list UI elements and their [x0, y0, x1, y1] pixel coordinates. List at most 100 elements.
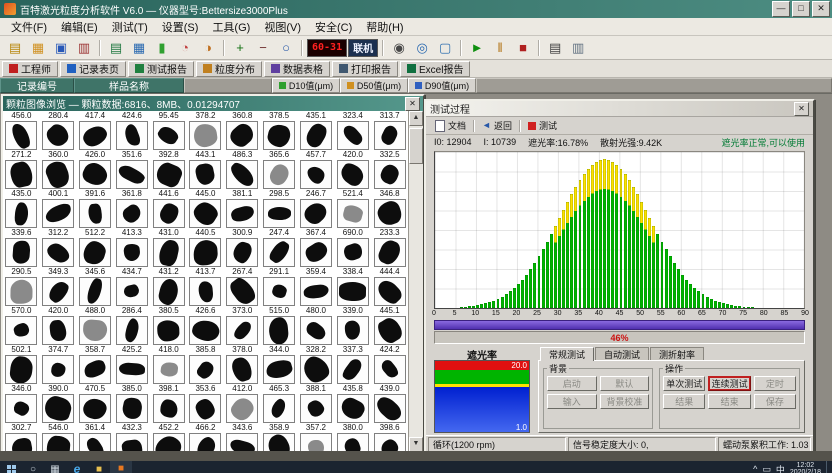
particle-cell[interactable]: 357.2	[298, 423, 335, 451]
particle-cell[interactable]: 378.5	[261, 111, 298, 150]
particle-cell[interactable]: 380.5	[150, 306, 187, 345]
particle-cell[interactable]: 400.1	[40, 189, 77, 228]
particle-cell[interactable]: 486.3	[224, 150, 261, 189]
task-view-icon[interactable]: ▦	[44, 461, 66, 473]
maximize-button[interactable]: □	[792, 1, 810, 17]
particle-cell[interactable]: 488.0	[77, 306, 114, 345]
menu-item-7[interactable]: 帮助(H)	[359, 19, 410, 35]
particle-cell[interactable]: 434.7	[113, 267, 150, 306]
search-icon[interactable]: ○	[22, 461, 44, 473]
particle-cell[interactable]: 456.0	[3, 111, 40, 150]
particle-cell[interactable]: 390.0	[40, 384, 77, 423]
particle-cell[interactable]: 420.0	[40, 306, 77, 345]
close-button[interactable]: ✕	[812, 1, 830, 17]
video-icon[interactable]: ◎	[411, 37, 433, 59]
particle-cell[interactable]: 425.2	[113, 345, 150, 384]
testbar-back-button[interactable]: ◄返回	[477, 118, 517, 133]
menu-item-4[interactable]: 工具(G)	[205, 19, 257, 35]
particle-cell[interactable]: 233.3	[371, 228, 408, 267]
particle-cell[interactable]: 424.2	[371, 345, 408, 384]
particle-cell[interactable]: 398.1	[150, 384, 187, 423]
menu-item-1[interactable]: 编辑(E)	[54, 19, 105, 35]
particle-cell[interactable]: 312.2	[40, 228, 77, 267]
particle-cell[interactable]: 690.0	[334, 228, 371, 267]
test-tab-2[interactable]: 测折射率	[650, 347, 704, 361]
particle-cell[interactable]: 358.7	[77, 345, 114, 384]
particle-cell[interactable]: 286.4	[113, 306, 150, 345]
particle-cell[interactable]: 381.1	[224, 189, 261, 228]
particle-cell[interactable]: 424.6	[113, 111, 150, 150]
minimize-button[interactable]: —	[772, 1, 790, 17]
print-icon[interactable]: ▤	[544, 37, 566, 59]
menu-item-6[interactable]: 安全(C)	[308, 19, 359, 35]
particle-cell[interactable]: 435.1	[298, 111, 335, 150]
particle-cell[interactable]: 328.2	[298, 345, 335, 384]
particle-cell[interactable]: 246.7	[298, 189, 335, 228]
particle-cell[interactable]: 302.7	[3, 423, 40, 451]
particle-cell[interactable]: 346.8	[371, 189, 408, 228]
particle-cell[interactable]: 339.6	[3, 228, 40, 267]
menu-item-2[interactable]: 测试(T)	[105, 19, 155, 35]
particle-cell[interactable]: 480.0	[298, 306, 335, 345]
particle-cell[interactable]: 420.0	[334, 150, 371, 189]
particle-cell[interactable]: 359.4	[298, 267, 335, 306]
tray-expand-icon[interactable]: ^	[753, 464, 757, 473]
particle-cell[interactable]: 339.0	[334, 306, 371, 345]
open-record-icon[interactable]: ▦	[27, 37, 49, 59]
start-button[interactable]	[0, 461, 22, 473]
particle-cell[interactable]: 344.0	[261, 345, 298, 384]
zoom-out-icon[interactable]: −	[252, 37, 274, 59]
zoom-in-icon[interactable]: +	[229, 37, 251, 59]
particle-cell[interactable]: 353.6	[187, 384, 224, 423]
d50-header[interactable]: D50值(μm)	[340, 78, 408, 93]
particle-cell[interactable]: 373.0	[224, 306, 261, 345]
particle-scrollbar[interactable]: ▲ ▼	[408, 111, 423, 451]
curve-graph-icon[interactable]: ◔	[174, 37, 196, 59]
particle-cell[interactable]: 358.9	[261, 423, 298, 451]
particle-cell[interactable]: 431.2	[150, 267, 187, 306]
menu-item-5[interactable]: 视图(V)	[257, 19, 308, 35]
particle-cell[interactable]: 413.3	[113, 228, 150, 267]
particle-cell[interactable]: 361.8	[113, 189, 150, 228]
online-mode-display[interactable]: 联机	[348, 39, 378, 57]
particle-cell[interactable]: 380.0	[334, 423, 371, 451]
particle-cell[interactable]: 345.6	[77, 267, 114, 306]
particle-cell[interactable]: 385.0	[113, 384, 150, 423]
particle-cell[interactable]: 426.6	[187, 306, 224, 345]
menu-item-0[interactable]: 文件(F)	[4, 19, 54, 35]
particle-cell[interactable]: 439.0	[371, 384, 408, 423]
magnifier-icon[interactable]: ○	[275, 37, 297, 59]
test-tab-1[interactable]: 自动测试	[595, 347, 649, 361]
particle-cell[interactable]: 291.1	[261, 267, 298, 306]
particle-cell[interactable]: 440.5	[187, 228, 224, 267]
taskbar-clock[interactable]: 12:02 2020/2/18	[790, 462, 821, 473]
camera-icon[interactable]: ◉	[388, 37, 410, 59]
particle-cell[interactable]: 378.0	[224, 345, 261, 384]
particle-cell[interactable]: 432.3	[113, 423, 150, 451]
particle-cell[interactable]: 313.7	[371, 111, 408, 150]
particle-cell[interactable]: 512.2	[77, 228, 114, 267]
particle-cell[interactable]: 445.0	[187, 189, 224, 228]
particle-cell[interactable]: 398.6	[371, 423, 408, 451]
pie-graph-icon[interactable]: ◑	[197, 37, 219, 59]
particle-cell[interactable]: 267.4	[224, 267, 261, 306]
particle-cell[interactable]: 346.0	[3, 384, 40, 423]
testbar-doc-button[interactable]: 文档	[430, 118, 471, 133]
particle-cell[interactable]: 412.0	[224, 384, 261, 423]
testbar-test-button[interactable]: 测试	[523, 118, 562, 133]
test-tab-0[interactable]: 常规测试	[540, 347, 594, 361]
d90-header[interactable]: D90值(μm)	[408, 78, 476, 93]
particle-cell[interactable]: 444.4	[371, 267, 408, 306]
particle-cell[interactable]: 337.3	[334, 345, 371, 384]
particle-cell[interactable]: 367.4	[298, 228, 335, 267]
particle-cell[interactable]: 388.1	[298, 384, 335, 423]
particle-cell[interactable]: 361.4	[77, 423, 114, 451]
start-test-icon[interactable]: ►	[466, 37, 488, 59]
d10-header[interactable]: D10值(μm)	[272, 78, 340, 93]
particle-cell[interactable]: 351.6	[113, 150, 150, 189]
record-table-view[interactable]: 记录表页	[60, 61, 126, 77]
particle-cell[interactable]: 349.3	[40, 267, 77, 306]
pause-test-icon[interactable]: ‖	[489, 37, 511, 59]
particle-cell[interactable]: 418.0	[150, 345, 187, 384]
particle-cell[interactable]: 385.8	[187, 345, 224, 384]
